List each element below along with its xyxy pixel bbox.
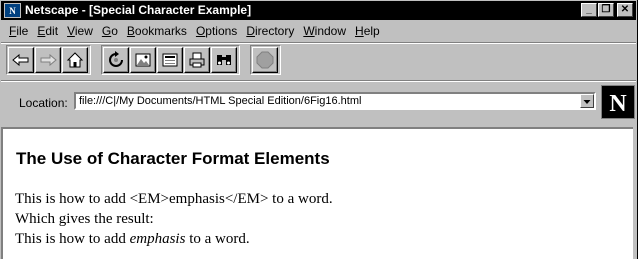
minimize-icon: _ bbox=[586, 4, 592, 15]
home-icon bbox=[66, 52, 84, 68]
menu-directory[interactable]: Directory bbox=[246, 24, 294, 38]
stop-button-group bbox=[250, 45, 281, 75]
content-line-3-end: to a word. bbox=[185, 231, 250, 247]
location-bar: Location: file:///C|/My Documents/HTML S… bbox=[1, 85, 636, 120]
restore-button[interactable]: ❐ bbox=[598, 3, 614, 17]
location-url[interactable]: file:///C|/My Documents/HTML Special Edi… bbox=[79, 95, 361, 107]
forward-button[interactable] bbox=[35, 47, 61, 73]
find-icon bbox=[217, 55, 231, 65]
svg-text:N: N bbox=[609, 91, 627, 117]
netscape-n-icon: N bbox=[602, 86, 634, 118]
location-dropdown-button[interactable] bbox=[580, 94, 594, 108]
reload-button[interactable] bbox=[103, 47, 129, 73]
content-line-3: This is how to add emphasis to a word. bbox=[15, 231, 250, 248]
find-button[interactable] bbox=[211, 47, 237, 73]
images-button[interactable] bbox=[130, 47, 156, 73]
menu-bar: File Edit View Go Bookmarks Options Dire… bbox=[1, 21, 636, 41]
browser-window: N Netscape - [Special Character Example]… bbox=[0, 0, 638, 259]
forward-icon bbox=[40, 53, 57, 67]
page-content: The Use of Character Format Elements Thi… bbox=[1, 127, 633, 259]
home-button[interactable] bbox=[62, 47, 88, 73]
menu-help[interactable]: Help bbox=[355, 24, 380, 38]
stop-icon bbox=[256, 51, 274, 69]
images-icon bbox=[135, 53, 151, 67]
close-button[interactable]: ✕ bbox=[617, 3, 633, 17]
open-button[interactable] bbox=[157, 47, 183, 73]
tools-button-group bbox=[101, 45, 240, 75]
location-label: Location: bbox=[19, 96, 68, 110]
content-line-3-start: This is how to add bbox=[15, 231, 130, 247]
toolbar bbox=[6, 45, 281, 75]
restore-icon: ❐ bbox=[601, 4, 611, 15]
back-icon bbox=[12, 53, 29, 67]
menu-window[interactable]: Window bbox=[303, 24, 346, 38]
emphasis-text: emphasis bbox=[129, 231, 186, 247]
window-controls: _ ❐ ✕ bbox=[580, 3, 633, 17]
menu-edit[interactable]: Edit bbox=[37, 24, 58, 38]
netscape-logo[interactable]: N bbox=[601, 85, 635, 119]
minimize-button[interactable]: _ bbox=[581, 3, 597, 17]
menu-view[interactable]: View bbox=[67, 24, 93, 38]
back-button[interactable] bbox=[8, 47, 34, 73]
menu-file[interactable]: File bbox=[9, 24, 28, 38]
toolbar-separator bbox=[1, 80, 636, 82]
menu-go[interactable]: Go bbox=[102, 24, 118, 38]
svg-text:N: N bbox=[9, 6, 16, 16]
location-input[interactable]: file:///C|/My Documents/HTML Special Edi… bbox=[74, 92, 596, 110]
menu-separator bbox=[1, 42, 636, 44]
window-title: Netscape - [Special Character Example] bbox=[25, 3, 252, 17]
content-line-1: This is how to add <EM>emphasis</EM> to … bbox=[15, 191, 333, 207]
stop-button[interactable] bbox=[252, 47, 278, 73]
page-heading: The Use of Character Format Elements bbox=[16, 149, 330, 168]
netscape-app-icon[interactable]: N bbox=[4, 3, 21, 18]
nav-button-group bbox=[6, 45, 91, 75]
reload-icon bbox=[109, 51, 123, 67]
menu-options[interactable]: Options bbox=[196, 24, 237, 38]
print-icon bbox=[189, 52, 205, 68]
open-icon bbox=[162, 53, 178, 67]
menu-bookmarks[interactable]: Bookmarks bbox=[127, 24, 187, 38]
title-bar[interactable]: N Netscape - [Special Character Example]… bbox=[1, 1, 636, 20]
content-line-2: Which gives the result: bbox=[15, 211, 154, 227]
close-icon: ✕ bbox=[620, 4, 630, 15]
chevron-down-icon bbox=[583, 100, 591, 104]
print-button[interactable] bbox=[184, 47, 210, 73]
